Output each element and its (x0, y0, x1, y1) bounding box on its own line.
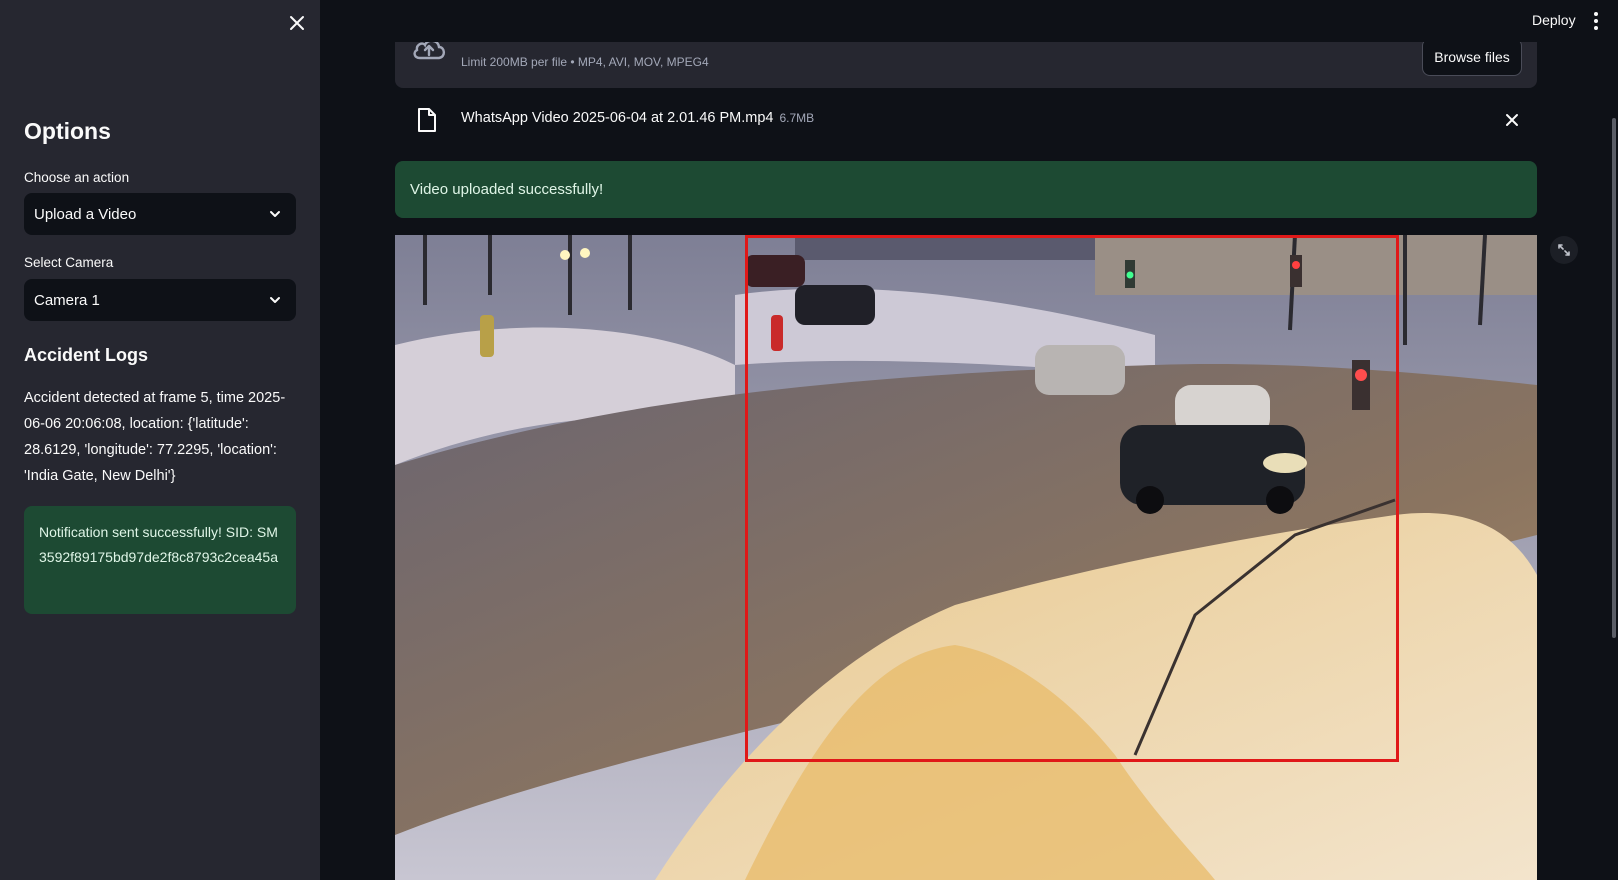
close-sidebar-button[interactable] (286, 12, 308, 34)
chevron-down-icon (270, 211, 280, 217)
sidebar: Options Choose an action Upload a Video … (0, 0, 320, 880)
upload-success-text: Video uploaded successfully! (410, 181, 604, 198)
upload-limit-text: Limit 200MB per file • MP4, AVI, MOV, MP… (461, 55, 709, 69)
app-header (320, 0, 1618, 42)
chevron-down-icon (270, 297, 280, 303)
camera-select-label: Select Camera (24, 255, 114, 270)
remove-file-icon[interactable] (1503, 111, 1521, 129)
main-scrollbar[interactable] (1612, 118, 1616, 638)
accident-detection-box (745, 235, 1399, 762)
file-name-text: WhatsApp Video 2025-06-04 at 2.01.46 PM.… (461, 110, 774, 126)
expand-icon (1558, 244, 1570, 256)
close-icon (290, 16, 304, 30)
file-size: 6.7MB (779, 111, 815, 125)
action-select[interactable]: Upload a Video (24, 193, 296, 235)
upload-success-alert: Video uploaded successfully! (395, 161, 1537, 218)
notification-success-alert: Notification sent successfully! SID: SM3… (24, 506, 296, 614)
sidebar-title: Options (24, 118, 111, 144)
accident-logs-title: Accident Logs (24, 345, 149, 365)
action-select-value: Upload a Video (34, 205, 137, 223)
fullscreen-button[interactable] (1550, 236, 1578, 264)
camera-select[interactable]: Camera 1 (24, 279, 296, 321)
video-frame-image (395, 235, 1537, 880)
file-icon (418, 108, 436, 132)
file-name: WhatsApp Video 2025-06-04 at 2.01.46 PM.… (461, 110, 814, 126)
action-select-label: Choose an action (24, 170, 130, 185)
deploy-button[interactable]: Deploy (1532, 12, 1576, 28)
accident-log-entry: Accident detected at frame 5, time 2025-… (24, 390, 286, 484)
kebab-menu-icon[interactable] (1592, 10, 1600, 32)
uploaded-file-row: WhatsApp Video 2025-06-04 at 2.01.46 PM.… (395, 100, 1537, 140)
camera-select-value: Camera 1 (34, 291, 100, 309)
browse-files-button[interactable]: Browse files (1422, 38, 1522, 76)
